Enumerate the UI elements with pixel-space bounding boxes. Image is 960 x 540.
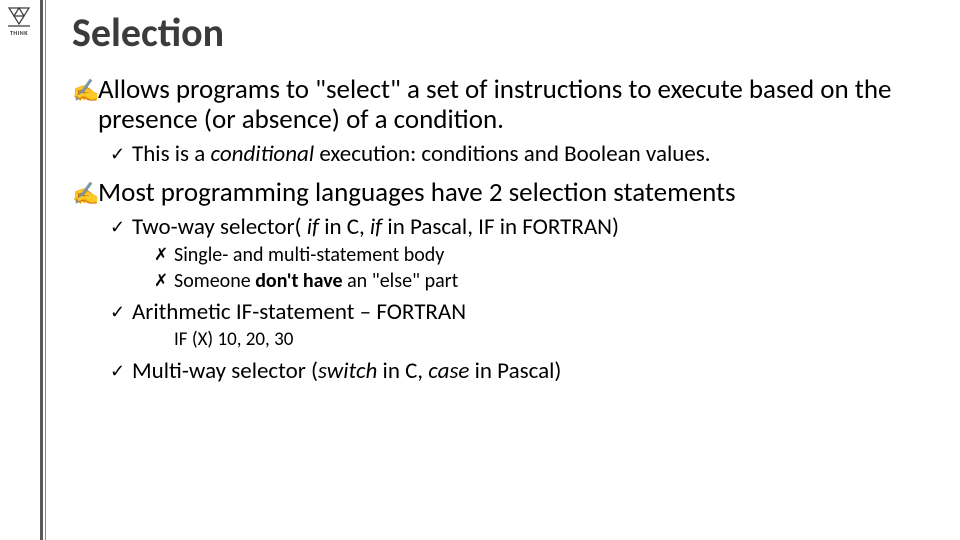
logo-block: THINK (4, 6, 34, 37)
t: Multi-way selector ( (132, 357, 318, 385)
text: Arithmetic IF-statement – FORTRAN (132, 299, 466, 325)
t: in Pascal, IF in FORTRAN) (382, 213, 619, 241)
t-bold: don't have (255, 269, 342, 293)
t-italic: if (307, 213, 319, 241)
rail-divider-thin (45, 0, 46, 540)
t: execution: conditions and Boolean values… (314, 140, 710, 168)
cross-icon: ✗ (154, 243, 174, 267)
bullet-level2: ✓ Two-way selector( if in C, if in Pasca… (110, 214, 942, 240)
t: in C, (377, 357, 428, 385)
check-icon: ✓ (110, 214, 132, 240)
rail-divider-thick (40, 0, 43, 540)
hand-icon: ✍ (72, 178, 98, 208)
page-title: Selection (72, 8, 942, 57)
left-rail: THINK (0, 0, 40, 540)
t: in C, (319, 213, 370, 241)
hand-icon: ✍ (72, 75, 98, 135)
logo-label: THINK (4, 29, 34, 37)
text: Someone don't have an "else" part (174, 269, 458, 293)
bullet-level2: ✓ This is a conditional execution: condi… (110, 141, 942, 167)
t: This is a (132, 140, 210, 168)
t: in Pascal) (469, 357, 561, 385)
bullet-level3: ✗ Someone don't have an "else" part (154, 269, 942, 293)
check-icon: ✓ (110, 358, 132, 384)
t: an "else" part (343, 269, 459, 293)
bullet-level2: ✓ Multi-way selector (switch in C, case … (110, 358, 942, 384)
bullet-level2: ✓ Arithmetic IF-statement – FORTRAN (110, 299, 942, 325)
text: Single- and multi-statement body (174, 243, 444, 267)
t-italic: switch (318, 357, 377, 385)
t-italic: if (370, 213, 382, 241)
text: This is a conditional execution: conditi… (132, 141, 711, 167)
text: Multi-way selector (switch in C, case in… (132, 358, 561, 384)
t-italic: conditional (210, 140, 314, 168)
code-line: IF (X) 10, 20, 30 (174, 329, 942, 352)
t: Two-way selector( (132, 213, 307, 241)
bullet-level3: ✗ Single- and multi-statement body (154, 243, 942, 267)
check-icon: ✓ (110, 141, 132, 167)
bullet-level1: ✍ Most programming languages have 2 sele… (72, 178, 942, 208)
t-italic: case (428, 357, 469, 385)
bullet-level1: ✍ Allows programs to "select" a set of i… (72, 75, 942, 135)
text: Allows programs to "select" a set of ins… (98, 75, 942, 135)
text: Two-way selector( if in C, if in Pascal,… (132, 214, 619, 240)
text: Most programming languages have 2 select… (98, 178, 942, 208)
t: Someone (174, 269, 255, 293)
cross-icon: ✗ (154, 269, 174, 293)
logo-icon (6, 6, 32, 28)
check-icon: ✓ (110, 299, 132, 325)
slide-body: Selection ✍ Allows programs to "select" … (72, 0, 942, 540)
